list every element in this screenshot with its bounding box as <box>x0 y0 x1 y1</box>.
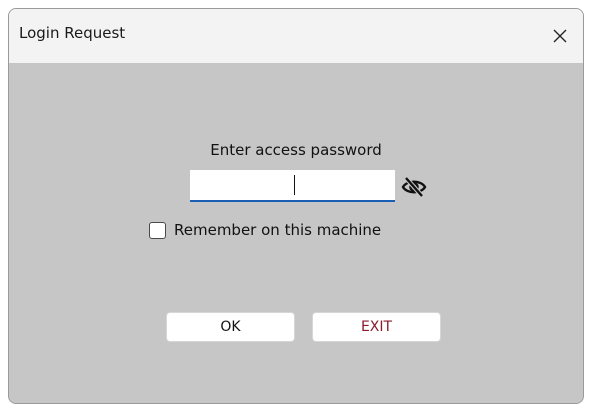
eye-slash-icon <box>401 176 427 198</box>
password-prompt-label: Enter access password <box>210 141 382 159</box>
window-title: Login Request <box>19 24 126 42</box>
password-input[interactable] <box>190 170 395 202</box>
dialog-content: Enter access password Remember on this m… <box>9 63 583 403</box>
remember-machine-checkbox[interactable] <box>149 221 166 239</box>
close-button[interactable] <box>537 9 583 63</box>
exit-button[interactable]: EXIT <box>312 312 441 342</box>
text-caret <box>294 175 295 195</box>
close-icon <box>553 29 567 43</box>
remember-machine-option[interactable]: Remember on this machine <box>149 221 381 239</box>
title-bar: Login Request <box>9 9 583 63</box>
ok-button[interactable]: OK <box>166 312 295 342</box>
show-password-toggle[interactable] <box>401 176 427 198</box>
remember-machine-label: Remember on this machine <box>174 221 382 239</box>
login-dialog-window: Login Request Enter access password Reme… <box>8 8 584 404</box>
